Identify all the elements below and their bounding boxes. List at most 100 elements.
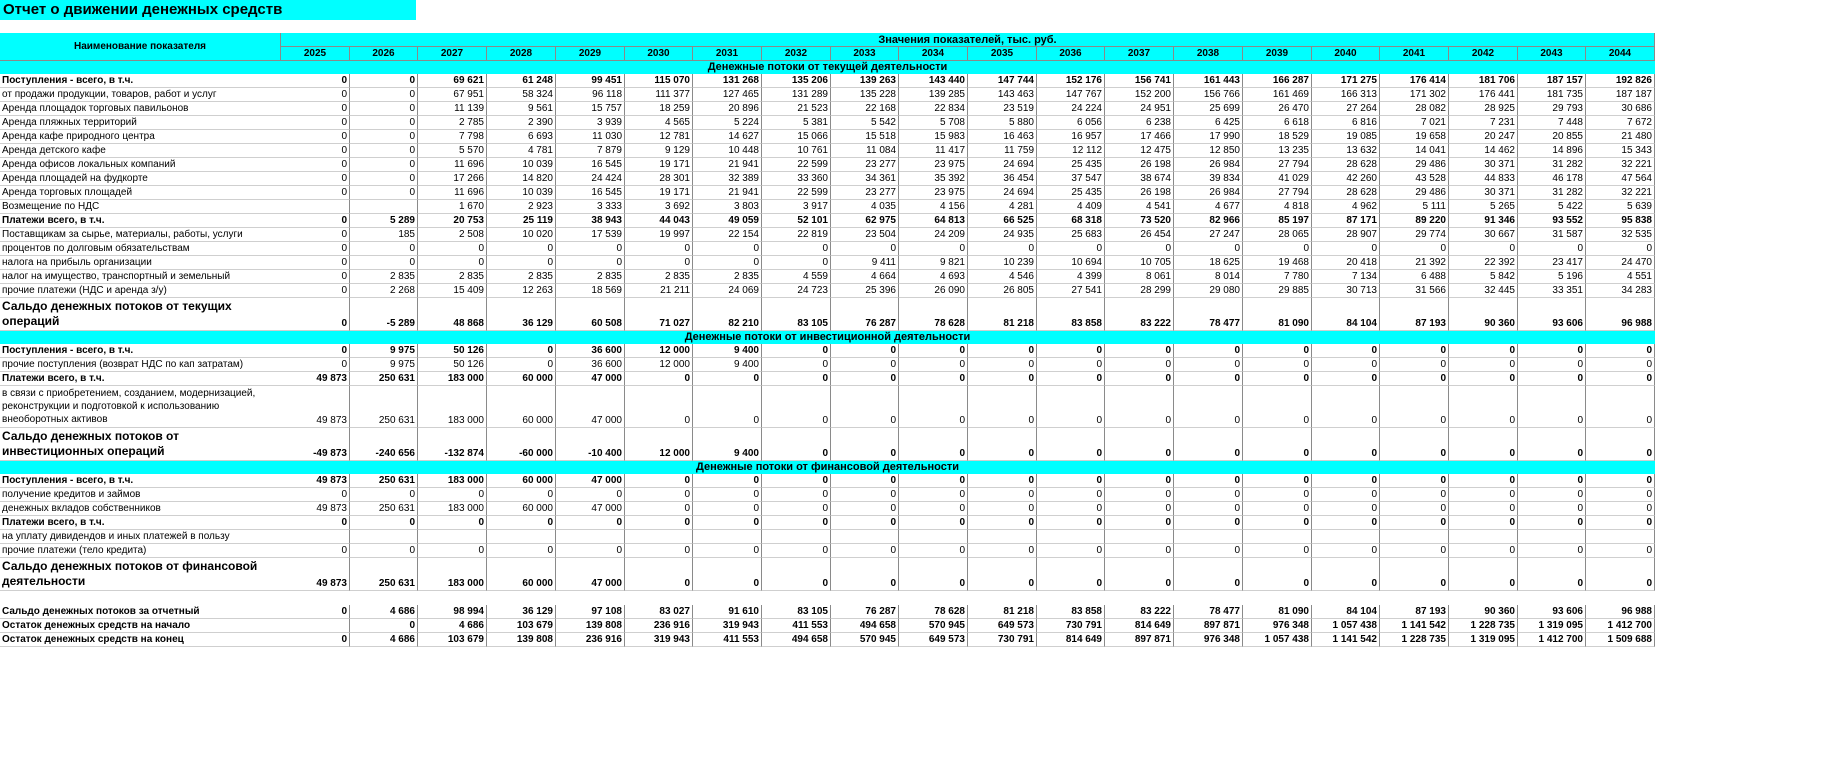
- value-cell[interactable]: 24 424: [556, 172, 625, 186]
- value-cell[interactable]: 21 480: [1586, 130, 1655, 144]
- value-cell[interactable]: 5 422: [1518, 200, 1586, 214]
- value-cell[interactable]: 12 000: [625, 358, 693, 372]
- value-cell[interactable]: 0: [831, 488, 899, 502]
- value-cell[interactable]: 9 400: [693, 358, 762, 372]
- value-cell[interactable]: 0: [281, 214, 350, 228]
- value-cell[interactable]: 0: [1312, 372, 1380, 386]
- value-cell[interactable]: 7 448: [1518, 116, 1586, 130]
- value-cell[interactable]: 570 945: [899, 619, 968, 633]
- value-cell[interactable]: 42 260: [1312, 172, 1380, 186]
- value-cell[interactable]: 25 699: [1174, 102, 1243, 116]
- value-cell[interactable]: 0: [762, 256, 831, 270]
- value-cell[interactable]: 24 694: [968, 158, 1037, 172]
- value-cell[interactable]: 19 171: [625, 186, 693, 200]
- value-cell[interactable]: 29 080: [1174, 284, 1243, 298]
- value-cell[interactable]: 0: [693, 372, 762, 386]
- value-cell[interactable]: 24 209: [899, 228, 968, 242]
- value-cell[interactable]: 87 193: [1380, 298, 1449, 331]
- value-cell[interactable]: 5 842: [1449, 270, 1518, 284]
- value-cell[interactable]: 0: [1243, 372, 1312, 386]
- value-cell[interactable]: 0: [1243, 516, 1312, 530]
- value-cell[interactable]: 0: [1449, 242, 1518, 256]
- value-cell[interactable]: 0: [1586, 474, 1655, 488]
- value-cell[interactable]: 4 551: [1586, 270, 1655, 284]
- value-cell[interactable]: 0: [968, 516, 1037, 530]
- value-cell[interactable]: 156 741: [1105, 74, 1174, 88]
- value-cell[interactable]: 1 412 700: [1518, 633, 1586, 647]
- value-cell[interactable]: 26 454: [1105, 228, 1174, 242]
- value-cell[interactable]: 0: [1037, 372, 1105, 386]
- value-cell[interactable]: 176 414: [1380, 74, 1449, 88]
- value-cell[interactable]: 47 000: [556, 386, 625, 428]
- value-cell[interactable]: 20 247: [1449, 130, 1518, 144]
- value-cell[interactable]: 23 975: [899, 158, 968, 172]
- value-cell[interactable]: 0: [1586, 242, 1655, 256]
- value-cell[interactable]: 60 000: [487, 558, 556, 591]
- value-cell[interactable]: 6 693: [487, 130, 556, 144]
- value-cell[interactable]: 0: [899, 558, 968, 591]
- row-label[interactable]: Аренда площадок торговых павильонов: [0, 102, 281, 116]
- value-cell[interactable]: 0: [1312, 516, 1380, 530]
- column-header-year[interactable]: 2025: [281, 47, 350, 61]
- value-cell[interactable]: 0: [1105, 242, 1174, 256]
- value-cell[interactable]: 4 565: [625, 116, 693, 130]
- value-cell[interactable]: 0: [1586, 516, 1655, 530]
- value-cell[interactable]: 78 477: [1174, 605, 1243, 619]
- value-cell[interactable]: 71 027: [625, 298, 693, 331]
- value-cell[interactable]: 4 664: [831, 270, 899, 284]
- value-cell[interactable]: 61 248: [487, 74, 556, 88]
- value-cell[interactable]: 17 466: [1105, 130, 1174, 144]
- value-cell[interactable]: 91 610: [693, 605, 762, 619]
- value-cell[interactable]: 7 798: [418, 130, 487, 144]
- value-cell[interactable]: 14 627: [693, 130, 762, 144]
- value-cell[interactable]: 0: [1037, 344, 1105, 358]
- value-cell[interactable]: 3 939: [556, 116, 625, 130]
- value-cell[interactable]: 27 794: [1243, 186, 1312, 200]
- value-cell[interactable]: 0: [1037, 428, 1105, 461]
- value-cell[interactable]: 0: [1105, 372, 1174, 386]
- value-cell[interactable]: 135 206: [762, 74, 831, 88]
- value-cell[interactable]: 0: [1243, 386, 1312, 428]
- value-cell[interactable]: 0: [1518, 502, 1586, 516]
- value-cell[interactable]: 152 176: [1037, 74, 1105, 88]
- value-cell[interactable]: 5 196: [1518, 270, 1586, 284]
- value-cell[interactable]: 0: [1037, 558, 1105, 591]
- value-cell[interactable]: 0: [1586, 558, 1655, 591]
- column-header-year[interactable]: 2044: [1586, 47, 1655, 61]
- value-cell[interactable]: 39 834: [1174, 172, 1243, 186]
- value-cell[interactable]: 10 020: [487, 228, 556, 242]
- value-cell[interactable]: 0: [281, 298, 350, 331]
- value-cell[interactable]: 32 221: [1586, 186, 1655, 200]
- value-cell[interactable]: 31 587: [1518, 228, 1586, 242]
- value-cell[interactable]: 0: [418, 516, 487, 530]
- value-cell[interactable]: 0: [487, 544, 556, 558]
- value-cell[interactable]: 0: [1380, 558, 1449, 591]
- value-cell[interactable]: 0: [1174, 242, 1243, 256]
- value-cell[interactable]: 0: [1037, 502, 1105, 516]
- value-cell[interactable]: 9 975: [350, 344, 418, 358]
- value-cell[interactable]: 976 348: [1174, 633, 1243, 647]
- value-cell[interactable]: 0: [1312, 488, 1380, 502]
- value-cell[interactable]: 15 983: [899, 130, 968, 144]
- value-cell[interactable]: 0: [1243, 344, 1312, 358]
- value-cell[interactable]: 139 808: [556, 619, 625, 633]
- value-cell[interactable]: 1 228 735: [1380, 633, 1449, 647]
- value-cell[interactable]: 78 628: [899, 298, 968, 331]
- value-cell[interactable]: 22 599: [762, 158, 831, 172]
- value-cell[interactable]: 897 871: [1174, 619, 1243, 633]
- value-cell[interactable]: 28 082: [1380, 102, 1449, 116]
- value-cell[interactable]: 0: [968, 344, 1037, 358]
- value-cell[interactable]: 0: [281, 144, 350, 158]
- value-cell[interactable]: 0: [831, 386, 899, 428]
- value-cell[interactable]: 49 873: [281, 558, 350, 591]
- value-cell[interactable]: 0: [1037, 242, 1105, 256]
- value-cell[interactable]: 0: [831, 242, 899, 256]
- value-cell[interactable]: 83 222: [1105, 298, 1174, 331]
- value-cell[interactable]: 4 281: [968, 200, 1037, 214]
- value-cell[interactable]: 30 371: [1449, 186, 1518, 200]
- value-cell[interactable]: 2 835: [418, 270, 487, 284]
- value-cell[interactable]: 2 835: [693, 270, 762, 284]
- value-cell[interactable]: 0: [1518, 544, 1586, 558]
- value-cell[interactable]: [281, 200, 350, 214]
- value-cell[interactable]: 5 224: [693, 116, 762, 130]
